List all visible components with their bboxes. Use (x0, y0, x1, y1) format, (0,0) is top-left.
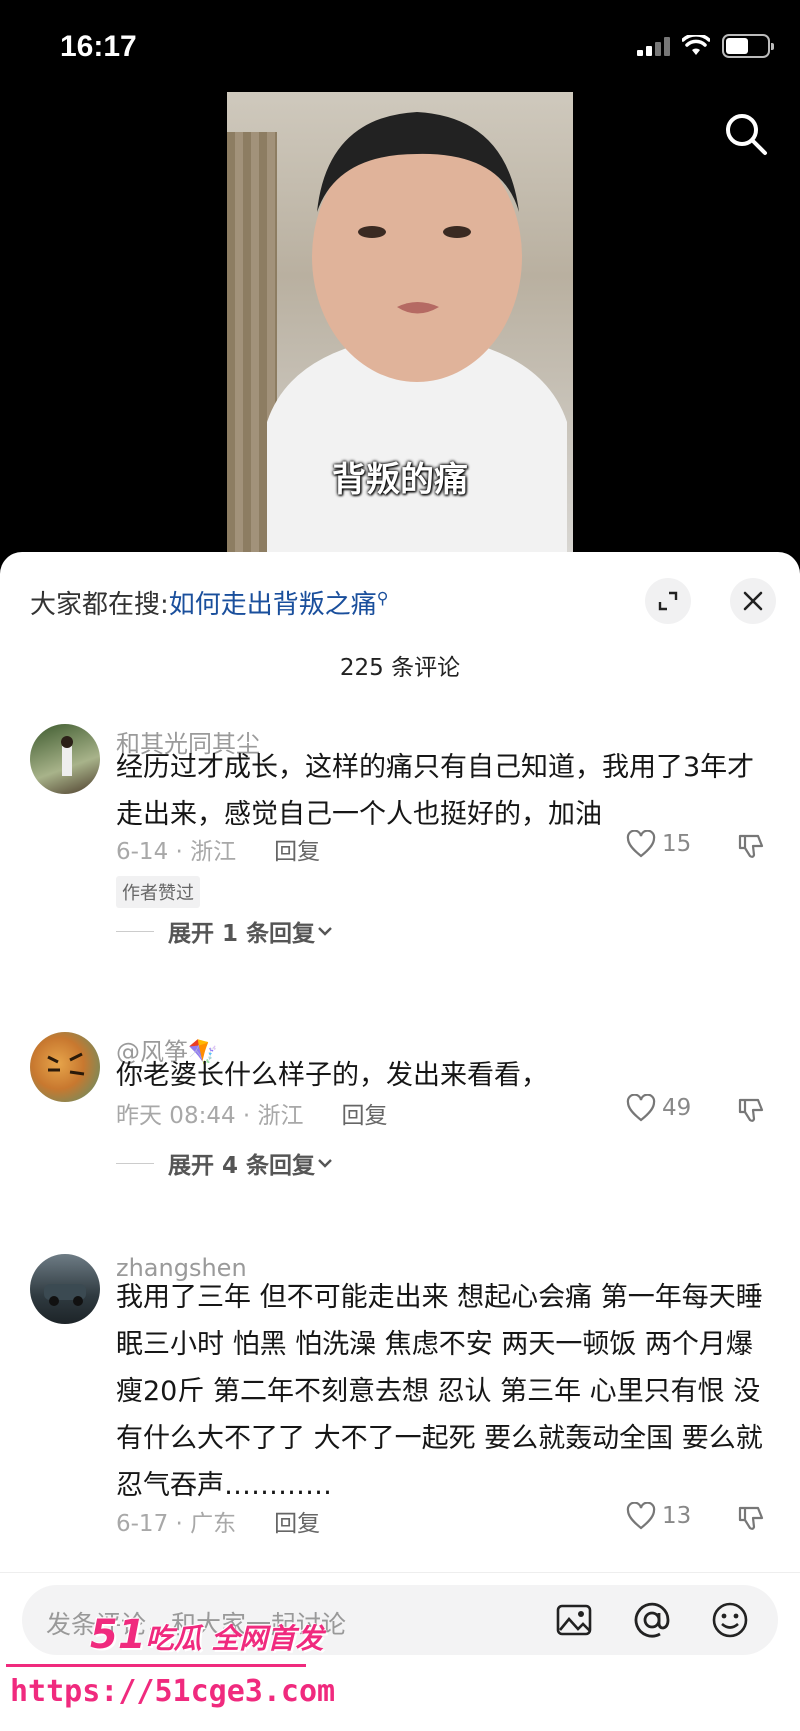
like-count: 15 (662, 831, 692, 857)
reply-button[interactable]: 回复 (274, 839, 320, 865)
avatar[interactable] (30, 1032, 100, 1102)
divider (116, 930, 154, 932)
comment-count: 225 条评论 (339, 655, 461, 681)
image-icon[interactable] (554, 1600, 594, 1640)
expand-replies-button[interactable]: 展开 4 条回复 (116, 1146, 335, 1180)
watermark-divider (6, 1664, 306, 1667)
watermark-brand-text: 吃瓜 全网首发 (145, 1622, 324, 1655)
comment-text: 你老婆长什么样子的，发出来看看， (116, 1060, 548, 1091)
status-time: 16:17 (60, 30, 137, 63)
author-liked-badge: 作者赞过 (116, 876, 200, 908)
video-subtitle: 背叛的痛 (332, 460, 468, 500)
dislike-icon[interactable] (737, 1504, 765, 1532)
comment-meta: 昨天 08:44 · 浙江 回复 (116, 1096, 388, 1130)
search-mini-icon: ⚲ (376, 588, 389, 608)
watermark-url: https://51cge3.com (10, 1674, 336, 1709)
heart-icon (626, 1502, 656, 1530)
comments-sheet: 大家都在搜:如何走出背叛之痛⚲ 225 条评论 和其光同其尘 经历过才成长，这样… (0, 552, 800, 1731)
chevron-down-icon (318, 927, 332, 936)
hot-search-prefix: 大家都在搜: (30, 590, 169, 620)
hot-search[interactable]: 大家都在搜:如何走出背叛之痛⚲ (30, 584, 389, 621)
comment-meta: 6-17 · 广东 回复 (116, 1504, 320, 1538)
close-icon (743, 591, 763, 611)
search-icon[interactable] (722, 110, 770, 158)
status-bar: 16:17 (0, 0, 800, 92)
heart-icon (626, 830, 656, 858)
expand-replies-label: 展开 1 条回复 (168, 921, 316, 947)
expand-replies-button[interactable]: 展开 1 条回复 (116, 914, 335, 948)
comment-text: 经历过才成长，这样的痛只有自己知道，我用了3年才走出来，感觉自己一个人也挺好的，… (116, 752, 755, 830)
heart-icon (626, 1094, 656, 1122)
comment-meta: 6-14 · 浙江 回复 (116, 832, 320, 866)
wifi-icon (682, 35, 710, 55)
battery-icon (722, 34, 774, 58)
dislike-icon[interactable] (737, 1096, 765, 1124)
like-button[interactable]: 13 (626, 1502, 691, 1530)
like-button[interactable]: 15 (626, 830, 691, 858)
reply-button[interactable]: 回复 (342, 1103, 388, 1129)
like-count: 13 (662, 1503, 692, 1529)
hot-search-term[interactable]: 如何走出背叛之痛 (169, 590, 377, 620)
comment-date-location: 6-14 · 浙江 (116, 839, 237, 865)
status-icons (637, 34, 774, 58)
watermark-brand-number: 51 (90, 1612, 146, 1658)
expand-icon (658, 591, 678, 611)
signal-icon (637, 36, 670, 56)
reply-button[interactable]: 回复 (274, 1511, 320, 1537)
avatar[interactable] (30, 1254, 100, 1324)
chevron-down-icon (318, 1159, 332, 1168)
video-player[interactable]: 背叛的痛 (227, 92, 573, 552)
emoji-icon[interactable] (710, 1600, 750, 1640)
close-button[interactable] (730, 578, 776, 624)
comment-date-location: 6-17 · 广东 (116, 1511, 237, 1537)
expand-replies-label: 展开 4 条回复 (168, 1153, 316, 1179)
divider (116, 1162, 154, 1164)
comment-text: 我用了三年 但不可能走出来 想起心会痛 第一年每天睡眠三小时 怕黑 怕洗澡 焦虑… (116, 1282, 763, 1501)
like-button[interactable]: 49 (626, 1094, 691, 1122)
like-count: 49 (662, 1095, 692, 1121)
comment-date-location: 昨天 08:44 · 浙江 (116, 1103, 304, 1129)
avatar[interactable] (30, 724, 100, 794)
expand-button[interactable] (645, 578, 691, 624)
at-icon[interactable] (632, 1600, 672, 1640)
dislike-icon[interactable] (737, 832, 765, 860)
watermark-brand: 51吃瓜 全网首发 (90, 1612, 323, 1658)
